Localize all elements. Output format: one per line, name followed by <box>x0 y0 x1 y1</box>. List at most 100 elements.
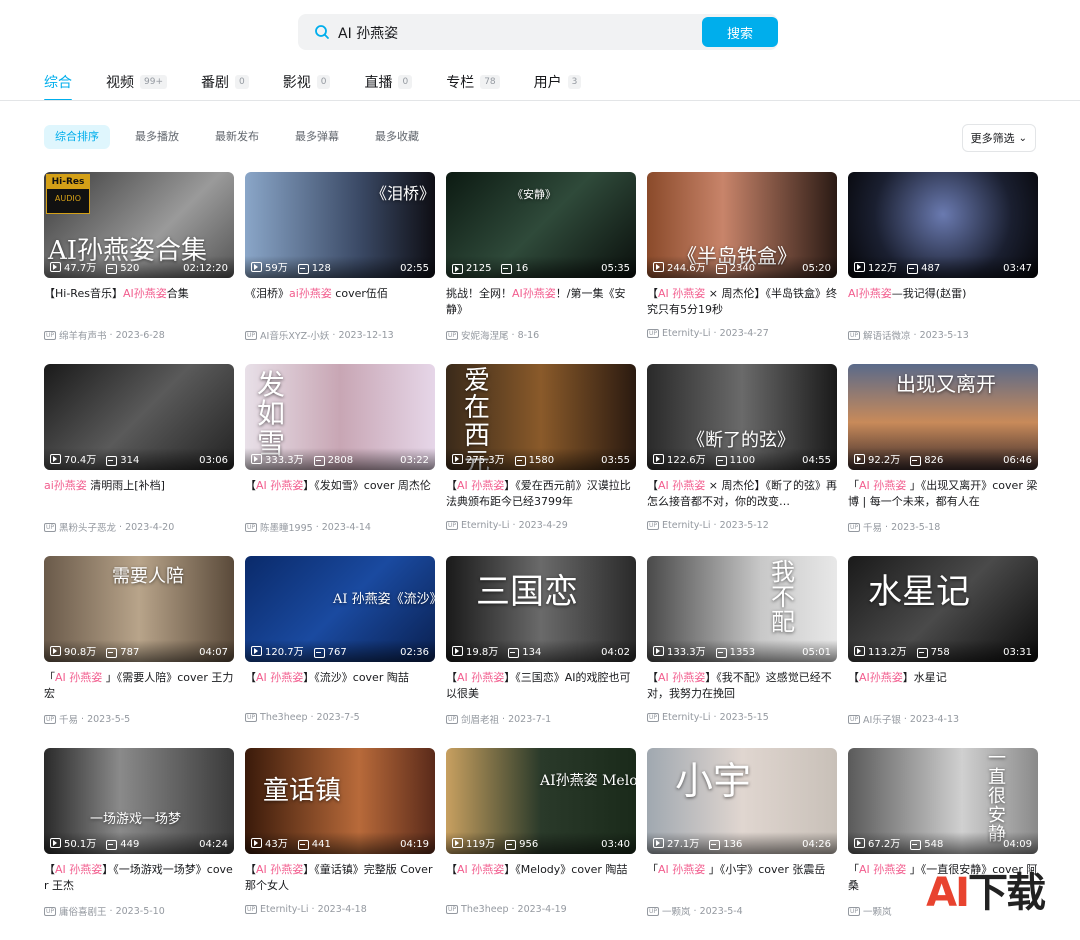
sort-option-3[interactable]: 最多弹幕 <box>284 125 350 149</box>
video-thumbnail[interactable]: 三国恋 19.8万 134 04:02 <box>446 556 636 662</box>
uploader-name[interactable]: Eternity-Li <box>662 520 711 531</box>
tab-1[interactable]: 视频 99+ <box>106 70 167 94</box>
video-thumbnail[interactable]: 水星记 113.2万 758 03:31 <box>848 556 1038 662</box>
video-title-link[interactable]: 「AI 孙燕姿 」《出现又离开》cover 梁博 | 每一个未来，都有人在 <box>848 478 1038 510</box>
uploader-name[interactable]: 陈墨瞳1995 <box>260 520 313 534</box>
uploader-name[interactable]: Eternity-Li <box>260 904 309 915</box>
video-card[interactable]: 需要人陪 90.8万 787 04:07 「AI 孙燕姿 」《需要人陪》cover 王力… <box>44 556 234 748</box>
uploader-name[interactable]: AI乐子银 <box>863 712 901 726</box>
more-filters-button[interactable]: 更多筛选 ⌄ <box>961 124 1036 152</box>
video-card[interactable]: 爱在西元前275.3万158003:55 【AI 孙燕姿】《爱在西元前》汉谟拉比法… <box>446 364 636 556</box>
uploader-name[interactable]: 一颗岚 <box>662 904 691 918</box>
video-title-link[interactable]: 【AI 孙燕姿】《爱在西元前》汉谟拉比法典颁布距今已经3799年 <box>446 478 636 510</box>
tab-3[interactable]: 影视 0 <box>283 70 331 94</box>
video-card[interactable]: 122万 487 03:47 AI孙燕姿—我记得(赵雷) UP 解语话微凉 · 2023-… <box>848 172 1038 364</box>
sort-option-4[interactable]: 最多收藏 <box>364 125 430 149</box>
video-title-link[interactable]: 【AI 孙燕姿】《童话镇》完整版 Cover 那个女人 <box>245 862 435 894</box>
uploader-name[interactable]: 一颗岚 <box>863 904 892 918</box>
video-title-link[interactable]: 【AI 孙燕姿】《我不配》这感觉已经不对，我努力在挽回 <box>647 670 837 702</box>
video-card[interactable]: 三国恋 19.8万 134 04:02 【AI 孙燕姿】《三国恋》AI的戏腔也可以很美 U… <box>446 556 636 748</box>
uploader-name[interactable]: The3heep <box>461 904 508 915</box>
uploader-name[interactable]: The3heep <box>260 712 307 723</box>
video-thumbnail[interactable]: 发如雪 333.3万 2808 03:22 <box>245 364 435 470</box>
search-input[interactable] <box>336 14 660 52</box>
video-thumbnail[interactable]: 《半岛铁盒》244.6万234005:20 <box>647 172 837 278</box>
video-thumbnail[interactable]: 出现又离开 92.2万 826 06:46 <box>848 364 1038 470</box>
video-title-link[interactable]: ai孙燕姿 清明雨上[补档] <box>44 478 234 510</box>
video-thumbnail[interactable]: 70.4万 314 03:06 <box>44 364 234 470</box>
meta-separator: · <box>308 904 318 915</box>
video-title-link[interactable]: 【AI孙燕姿】水星记 <box>848 670 1038 702</box>
video-card[interactable]: 《断了的弦》 122.6万 1100 04:55 【AI 孙燕姿 × 周杰伦】《断了的弦… <box>647 364 837 556</box>
tab-0[interactable]: 综合 <box>44 70 72 101</box>
video-title-link[interactable]: 【AI 孙燕姿】《三国恋》AI的戏腔也可以很美 <box>446 670 636 702</box>
tab-5[interactable]: 专栏 78 <box>446 70 500 94</box>
video-thumbnail[interactable]: 一场游戏一场梦 50.1万 449 04:24 <box>44 748 234 854</box>
video-title-link[interactable]: 【Hi-Res音乐】AI孙燕姿合集 <box>44 286 234 318</box>
video-meta: UP Eternity-Li · 2023-4-29 <box>446 520 636 531</box>
video-card[interactable]: 《安静》 2125 16 05:35 挑战！全网！AI孙燕姿！/第一集《安静》 UP 安妮海… <box>446 172 636 364</box>
video-thumbnail[interactable]: 122万 487 03:47 <box>848 172 1038 278</box>
video-card[interactable]: 出现又离开 92.2万 826 06:46 「AI 孙燕姿 」《出现又离开》cover … <box>848 364 1038 556</box>
video-thumbnail[interactable]: 《安静》 2125 16 05:35 <box>446 172 636 278</box>
video-title-link[interactable]: AI孙燕姿—我记得(赵雷) <box>848 286 1038 318</box>
uploader-name[interactable]: 绵羊有声书 <box>59 328 107 342</box>
tab-6[interactable]: 用户 3 <box>534 70 582 94</box>
video-title-link[interactable]: 《泪桥》ai孙燕姿 cover伍佰 <box>245 286 435 318</box>
tab-2[interactable]: 番剧 0 <box>201 70 249 94</box>
video-title-link[interactable]: 【AI 孙燕姿】《流沙》cover 陶喆 <box>245 670 435 702</box>
video-thumbnail[interactable]: 一直很安静 67.2万 548 04:09 <box>848 748 1038 854</box>
video-thumbnail[interactable]: AI 孙燕姿《流沙》 120.7万 767 02:36 <box>245 556 435 662</box>
video-thumbnail[interactable]: Hi-Res AUDIO AI孙燕姿合集 47.7万 520 02:12:20 <box>44 172 234 278</box>
uploader-name[interactable]: 庸俗喜剧王 <box>59 904 107 918</box>
video-title-link[interactable]: 【AI 孙燕姿】《Melody》cover 陶喆 <box>446 862 636 894</box>
video-card[interactable]: 70.4万 314 03:06 ai孙燕姿 清明雨上[补档] UP 黑粉头子恶龙 · 20… <box>44 364 234 556</box>
video-card[interactable]: Hi-Res AUDIO AI孙燕姿合集 47.7万 520 02:12:20 【Hi-Re… <box>44 172 234 364</box>
danmaku-count-value: 134 <box>522 647 542 658</box>
sort-option-0[interactable]: 综合排序 <box>44 125 110 149</box>
video-title-link[interactable]: 【AI 孙燕姿 × 周杰伦】《半岛铁盒》终究只有5分19秒 <box>647 286 837 318</box>
video-card[interactable]: 《泪桥》 59万 128 02:55 《泪桥》ai孙燕姿 cover伍佰 UP AI音乐XY… <box>245 172 435 364</box>
video-thumbnail[interactable]: 童话镇 43万 441 04:19 <box>245 748 435 854</box>
video-card[interactable]: 童话镇 43万 441 04:19 【AI 孙燕姿】《童话镇》完整版 Cover 那个女… <box>245 748 435 940</box>
search-button[interactable]: 搜索 <box>702 17 778 47</box>
video-title-link[interactable]: 【AI 孙燕姿 × 周杰伦】《断了的弦》再怎么接音都不对，你的改变… <box>647 478 837 510</box>
danmaku-count-value: 548 <box>924 839 944 850</box>
video-duration: 02:55 <box>400 263 429 274</box>
video-title-link[interactable]: 「AI 孙燕姿 」《需要人陪》cover 王力宏 <box>44 670 234 702</box>
uploader-name[interactable]: Eternity-Li <box>662 328 711 339</box>
video-card[interactable]: 我不配 133.3万 1353 05:01 【AI 孙燕姿】《我不配》这感觉已经不对，我… <box>647 556 837 748</box>
video-title-link[interactable]: 【AI 孙燕姿】《发如雪》cover 周杰伦 <box>245 478 435 510</box>
video-thumbnail[interactable]: 《泪桥》 59万 128 02:55 <box>245 172 435 278</box>
uploader-name[interactable]: Eternity-Li <box>461 520 510 531</box>
video-thumbnail[interactable]: 爱在西元前275.3万158003:55 <box>446 364 636 470</box>
uploader-name[interactable]: AI音乐XYZ-小妖 <box>260 328 329 342</box>
video-card[interactable]: AI孙燕姿 Melody 119万 956 03:40 【AI 孙燕姿】《Melody》… <box>446 748 636 940</box>
uploader-name[interactable]: Eternity-Li <box>662 712 711 723</box>
uploader-name[interactable]: 解语话微凉 <box>863 328 911 342</box>
sort-option-1[interactable]: 最多播放 <box>124 125 190 149</box>
video-title-link[interactable]: 【AI 孙燕姿】《一场游戏一场梦》cover 王杰 <box>44 862 234 894</box>
uploader-name[interactable]: 安妮海涅尾 <box>461 328 509 342</box>
video-title-link[interactable]: 挑战！全网！AI孙燕姿！/第一集《安静》 <box>446 286 636 318</box>
video-title-link[interactable]: 「AI 孙燕姿 」《小宇》cover 张震岳 <box>647 862 837 894</box>
uploader-name[interactable]: 黑粉头子恶龙 <box>59 520 116 534</box>
video-card[interactable]: 《半岛铁盒》244.6万234005:20 【AI 孙燕姿 × 周杰伦】《半岛铁盒… <box>647 172 837 364</box>
video-thumbnail[interactable]: AI孙燕姿 Melody 119万 956 03:40 <box>446 748 636 854</box>
sort-option-2[interactable]: 最新发布 <box>204 125 270 149</box>
thumbnail-stats-bar: 59万 128 02:55 <box>245 256 435 278</box>
video-card[interactable]: 发如雪 333.3万 2808 03:22 【AI 孙燕姿】《发如雪》cover 周杰伦… <box>245 364 435 556</box>
video-thumbnail[interactable]: 需要人陪 90.8万 787 04:07 <box>44 556 234 662</box>
tab-4[interactable]: 直播 0 <box>364 70 413 94</box>
video-card[interactable]: 水星记 113.2万 758 03:31 【AI孙燕姿】水星记 UP AI乐子银 · 202… <box>848 556 1038 748</box>
video-card[interactable]: 小宇 27.1万 136 04:26 「AI 孙燕姿 」《小宇》cover 张震岳 UP 一… <box>647 748 837 940</box>
video-card[interactable]: 一场游戏一场梦 50.1万 449 04:24 【AI 孙燕姿】《一场游戏一场梦》cov… <box>44 748 234 940</box>
video-thumbnail[interactable]: 小宇 27.1万 136 04:26 <box>647 748 837 854</box>
video-thumbnail[interactable]: 我不配 133.3万 1353 05:01 <box>647 556 837 662</box>
video-card[interactable]: AI 孙燕姿《流沙》 120.7万 767 02:36 【AI 孙燕姿】《流沙》cove… <box>245 556 435 748</box>
play-count: 50.1万 <box>50 835 96 850</box>
uploader-name[interactable]: 千易 <box>59 712 78 726</box>
video-thumbnail[interactable]: 《断了的弦》 122.6万 1100 04:55 <box>647 364 837 470</box>
uploader-name[interactable]: 千易 <box>863 520 882 534</box>
uploader-name[interactable]: 剑眉老祖 <box>461 712 499 726</box>
